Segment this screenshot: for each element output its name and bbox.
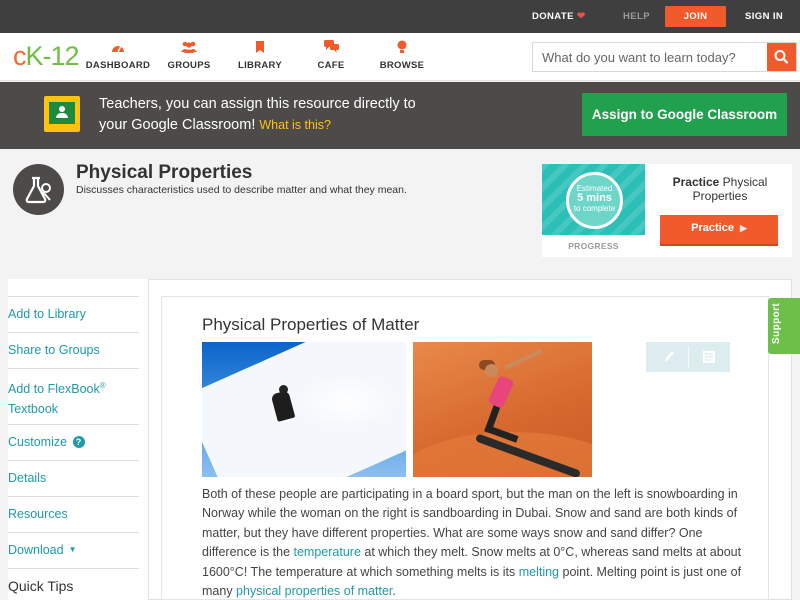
- support-tab[interactable]: Support: [768, 298, 800, 354]
- paragraph-text-4: .: [392, 584, 396, 599]
- groups-icon: [149, 40, 229, 58]
- nav-dashboard-label: DASHBOARD: [85, 60, 151, 71]
- nav-browse[interactable]: BROWSE: [362, 40, 442, 71]
- customize-label: Customize: [8, 435, 68, 449]
- logo-c: c: [13, 41, 26, 71]
- what-is-this-link[interactable]: What is this?: [259, 118, 331, 132]
- caret-down-icon: ▼: [68, 545, 77, 554]
- banner-text: Teachers, you can assign this resource d…: [99, 94, 439, 136]
- logo-k: K: [25, 41, 44, 71]
- nav-groups[interactable]: GROUPS: [149, 40, 229, 71]
- page-subtitle: Discusses characteristics used to descri…: [76, 184, 407, 196]
- article-paragraph: Both of these people are participating i…: [202, 485, 754, 600]
- donate-link[interactable]: DONATE ❤: [532, 0, 586, 33]
- sidebar-resources[interactable]: Resources: [8, 496, 139, 524]
- practice-button[interactable]: Practice ▶: [660, 215, 778, 244]
- pencil-icon[interactable]: [660, 348, 678, 366]
- practice-title: Practice Physical Properties: [660, 175, 780, 203]
- snowboarder-photo: [202, 342, 406, 477]
- temperature-link[interactable]: temperature: [294, 545, 361, 559]
- chevron-right-icon: ▶: [739, 223, 747, 233]
- sidebar-add-to-flexbook[interactable]: Add to FlexBook® Textbook: [8, 368, 139, 424]
- estimate-complete: to complete: [573, 204, 616, 213]
- nav-browse-label: BROWSE: [379, 60, 425, 71]
- textbook-label: Textbook: [8, 402, 59, 417]
- browse-icon: [362, 40, 442, 58]
- google-classroom-icon: [44, 96, 80, 132]
- library-icon: [220, 40, 300, 58]
- practice-card: Estimated 5 mins to complete PROGRESS Pr…: [542, 164, 792, 257]
- sidebar-share-to-groups[interactable]: Share to Groups: [8, 332, 139, 360]
- search-input[interactable]: [533, 43, 766, 71]
- nav-dashboard[interactable]: DASHBOARD: [78, 40, 158, 71]
- support-label: Support: [771, 302, 782, 344]
- top-bar: DONATE ❤ HELP JOIN SIGN IN: [0, 0, 800, 33]
- nav-groups-label: GROUPS: [167, 60, 211, 71]
- registered-mark: ®: [99, 381, 106, 390]
- logo-n: -12: [42, 41, 80, 71]
- sidebar-quick-tips[interactable]: Quick Tips: [8, 568, 139, 596]
- estimate-mins: 5 mins: [577, 192, 612, 204]
- join-button[interactable]: JOIN: [665, 6, 726, 27]
- sign-in-link[interactable]: SIGN IN: [745, 0, 783, 33]
- sidebar-customize[interactable]: Customize ?: [8, 424, 139, 452]
- nav-cafe[interactable]: CAFE: [291, 40, 371, 71]
- nav-cafe-label: CAFE: [317, 60, 345, 71]
- flask-icon: [13, 164, 64, 215]
- assign-google-classroom-button[interactable]: Assign to Google Classroom: [582, 93, 787, 136]
- practice-title-bold: Practice: [672, 175, 720, 189]
- donate-label: DONATE: [532, 11, 574, 22]
- annotation-tools: [646, 342, 730, 372]
- sidebar-add-to-library[interactable]: Add to Library: [8, 296, 139, 324]
- search-icon: [774, 50, 789, 64]
- heart-icon: ❤: [576, 11, 586, 22]
- dashboard-icon: [78, 40, 158, 58]
- ck12-logo[interactable]: cK-12: [13, 40, 80, 72]
- sidebar-download[interactable]: Download ▼: [8, 532, 139, 560]
- cafe-icon: [291, 40, 371, 58]
- main-nav: cK-12 DASHBOARD GROUPS LIBRARY CAFE BROW…: [0, 33, 800, 81]
- flexbook-label: Add to FlexBook: [8, 382, 100, 397]
- download-label: Download: [8, 543, 64, 557]
- search-button[interactable]: [767, 43, 796, 71]
- progress-label: PROGRESS: [568, 241, 619, 251]
- sandboarder-photo: [413, 342, 592, 477]
- classroom-banner: Teachers, you can assign this resource d…: [0, 82, 800, 149]
- nav-library-label: LIBRARY: [238, 60, 282, 71]
- practice-thumbnail[interactable]: Estimated 5 mins to complete: [542, 164, 645, 235]
- page-title: Physical Properties: [76, 162, 253, 183]
- practice-button-label: Practice: [691, 222, 734, 234]
- estimate-badge: Estimated 5 mins to complete: [566, 172, 623, 229]
- sidebar-details[interactable]: Details: [8, 460, 139, 488]
- melting-link[interactable]: melting: [519, 565, 559, 579]
- notes-icon[interactable]: [700, 348, 718, 366]
- help-link[interactable]: HELP: [623, 0, 650, 33]
- physical-properties-link[interactable]: physical properties of matter: [236, 584, 392, 598]
- nav-library[interactable]: LIBRARY: [220, 40, 300, 71]
- help-icon[interactable]: ?: [72, 436, 85, 448]
- article-title: Physical Properties of Matter: [202, 315, 420, 334]
- banner-message: Teachers, you can assign this resource d…: [99, 96, 416, 133]
- search-box: [532, 42, 797, 72]
